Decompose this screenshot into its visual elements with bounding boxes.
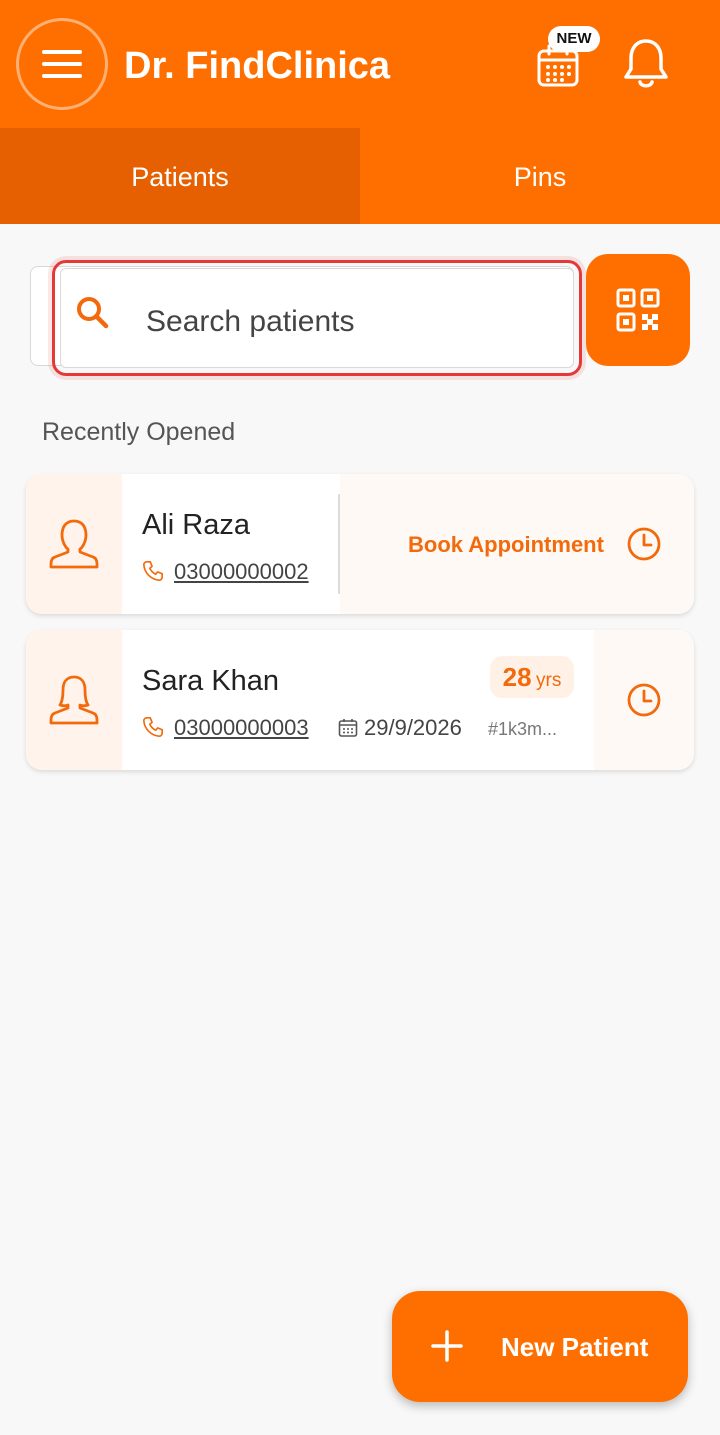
calendar-small-icon	[338, 719, 358, 737]
search-placeholder: Search patients	[146, 305, 355, 338]
plus-icon	[431, 1330, 463, 1362]
patient-phone-link[interactable]: 03000000002	[174, 558, 309, 586]
female-user-icon	[49, 675, 99, 725]
notifications-button[interactable]	[620, 36, 672, 92]
appointment-date: 29/9/2026	[364, 715, 462, 740]
phone-icon	[143, 561, 163, 581]
age-unit: yrs	[536, 670, 562, 691]
app-title: Dr. FindClinica	[124, 45, 391, 87]
age-value: 28	[502, 662, 532, 692]
tab-pins[interactable]: Pins	[360, 128, 720, 224]
patient-card[interactable]: Sara Khan 28 yrs 03000000003 29/9/2026 #…	[26, 630, 694, 770]
qr-scan-button[interactable]	[586, 254, 690, 366]
qr-code-icon	[616, 288, 660, 332]
search-field[interactable]: Search patients	[60, 268, 574, 368]
recently-opened-heading: Recently Opened	[42, 418, 236, 446]
book-appointment-label: Book Appointment	[408, 532, 604, 557]
new-patient-button[interactable]: New Patient	[392, 1291, 688, 1402]
menu-icon	[42, 50, 82, 78]
app-bar: Dr. FindClinica NEW	[0, 0, 720, 128]
patient-phone-link[interactable]: 03000000003	[174, 714, 309, 742]
search-icon	[77, 297, 109, 329]
tab-patients[interactable]: Patients	[0, 128, 360, 224]
new-patient-label: New Patient	[501, 1332, 649, 1362]
search-input[interactable]: Search patients	[52, 260, 582, 376]
menu-button[interactable]	[16, 18, 108, 110]
patient-id: #1k3m...	[488, 719, 558, 739]
patient-avatar	[26, 474, 122, 614]
age-badge: 28 yrs	[490, 656, 574, 698]
phone-icon	[143, 717, 163, 737]
male-user-icon	[49, 519, 99, 569]
book-appointment-button[interactable]: Book Appointment	[340, 474, 694, 614]
patient-avatar	[26, 630, 122, 770]
patient-name: Ali Raza	[142, 509, 250, 541]
history-button[interactable]	[594, 630, 694, 770]
clock-icon	[627, 683, 661, 717]
patient-card[interactable]: Ali Raza 03000000002 Book Appointment	[26, 474, 694, 614]
clock-icon	[627, 527, 661, 561]
tab-bar: Patients Pins	[0, 128, 720, 224]
new-badge: NEW	[548, 26, 600, 52]
patient-name: Sara Khan	[142, 665, 280, 697]
bell-icon	[624, 39, 668, 88]
